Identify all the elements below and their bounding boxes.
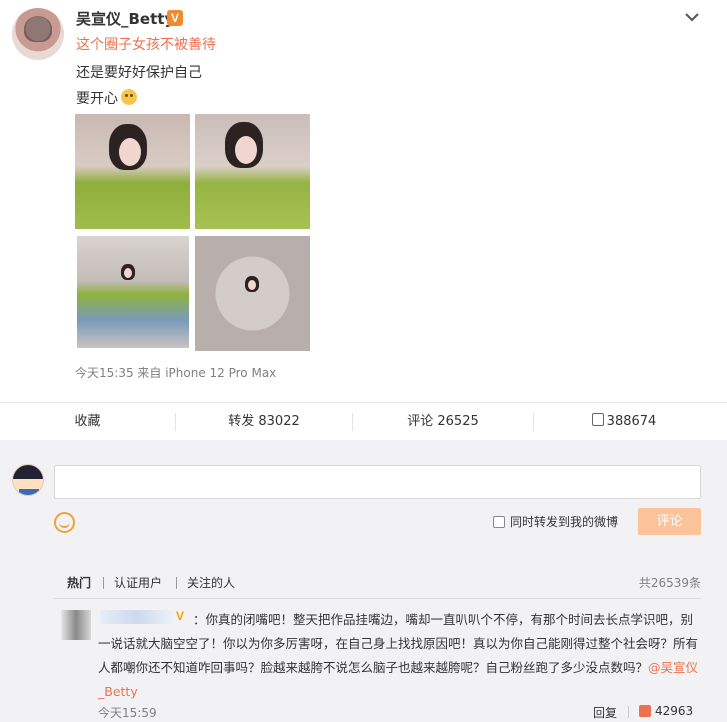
comment-button[interactable]: 评论 26525 <box>353 403 533 441</box>
comment-time: 今天15:59 <box>98 706 157 720</box>
chevron-down-icon[interactable] <box>683 8 701 26</box>
post-photo[interactable] <box>195 236 310 351</box>
filter-following[interactable]: 关注的人 <box>187 574 235 591</box>
comment-input[interactable] <box>54 465 701 499</box>
post-text-line: 要开心 <box>76 88 137 108</box>
comment-filter-bar: 热门 认证用户 关注的人 共26539条 <box>54 571 701 591</box>
comment-body: ：你真的闭嘴吧！整天把作品挂嘴边，嘴却一直叭叭个不停，有那个时间去长点学识吧，别… <box>98 612 699 675</box>
like-icon[interactable] <box>639 705 651 717</box>
divider <box>103 577 104 589</box>
smile-emoji-icon <box>121 89 137 105</box>
filter-verified-users[interactable]: 认证用户 <box>114 574 162 591</box>
divider <box>628 706 629 718</box>
comment-total-count: 共26539条 <box>638 576 701 590</box>
post-text-segment: 要开心 <box>76 91 118 107</box>
post-action-bar: 收藏 转发 83022 评论 26525 388674 <box>0 402 727 440</box>
comment-like-count: 42963 <box>655 704 694 718</box>
post-photo[interactable] <box>195 114 310 229</box>
comment-section: 同时转发到我的微博 评论 热门 认证用户 关注的人 共26539条 V ：你真的… <box>0 440 727 722</box>
like-button[interactable]: 388674 <box>534 403 714 441</box>
reply-button[interactable]: 回复 <box>593 704 617 721</box>
photo-face <box>235 136 257 164</box>
photo-face <box>119 138 141 166</box>
commenter-avatar[interactable] <box>61 610 91 640</box>
post-meta: 今天15:35 来自 iPhone 12 Pro Max <box>75 366 277 380</box>
photo-face <box>248 280 256 290</box>
repost-button[interactable]: 转发 83022 <box>176 403 352 441</box>
verified-badge-icon: V <box>167 10 183 26</box>
thumb-up-icon <box>591 413 604 426</box>
post-photo[interactable] <box>77 236 189 348</box>
author-avatar[interactable] <box>12 8 64 60</box>
post-text-line: 这个圈子女孩不被善待 <box>76 37 216 53</box>
like-count: 388674 <box>606 414 657 429</box>
photo-face <box>124 268 132 278</box>
current-user-avatar <box>12 464 44 496</box>
weibo-post: 吴宣仪_Betty V 这个圈子女孩不被善待 还是要好好保护自己 要开心 今天1… <box>0 0 727 400</box>
repost-checkbox[interactable] <box>493 516 505 528</box>
divider <box>54 598 701 599</box>
post-photo[interactable] <box>75 114 190 229</box>
comment-text: ：你真的闭嘴吧！整天把作品挂嘴边，嘴却一直叭叭个不停，有那个时间去长点学识吧，别… <box>98 608 704 704</box>
divider <box>176 577 177 589</box>
emoticon-icon[interactable] <box>54 512 75 533</box>
author-name[interactable]: 吴宣仪_Betty <box>76 8 174 29</box>
filter-hot[interactable]: 热门 <box>67 574 91 591</box>
repost-checkbox-label[interactable]: 同时转发到我的微博 <box>510 513 618 530</box>
favorite-button[interactable]: 收藏 <box>0 403 175 441</box>
post-text-line: 还是要好好保护自己 <box>76 65 202 81</box>
submit-comment-button[interactable]: 评论 <box>638 508 701 535</box>
